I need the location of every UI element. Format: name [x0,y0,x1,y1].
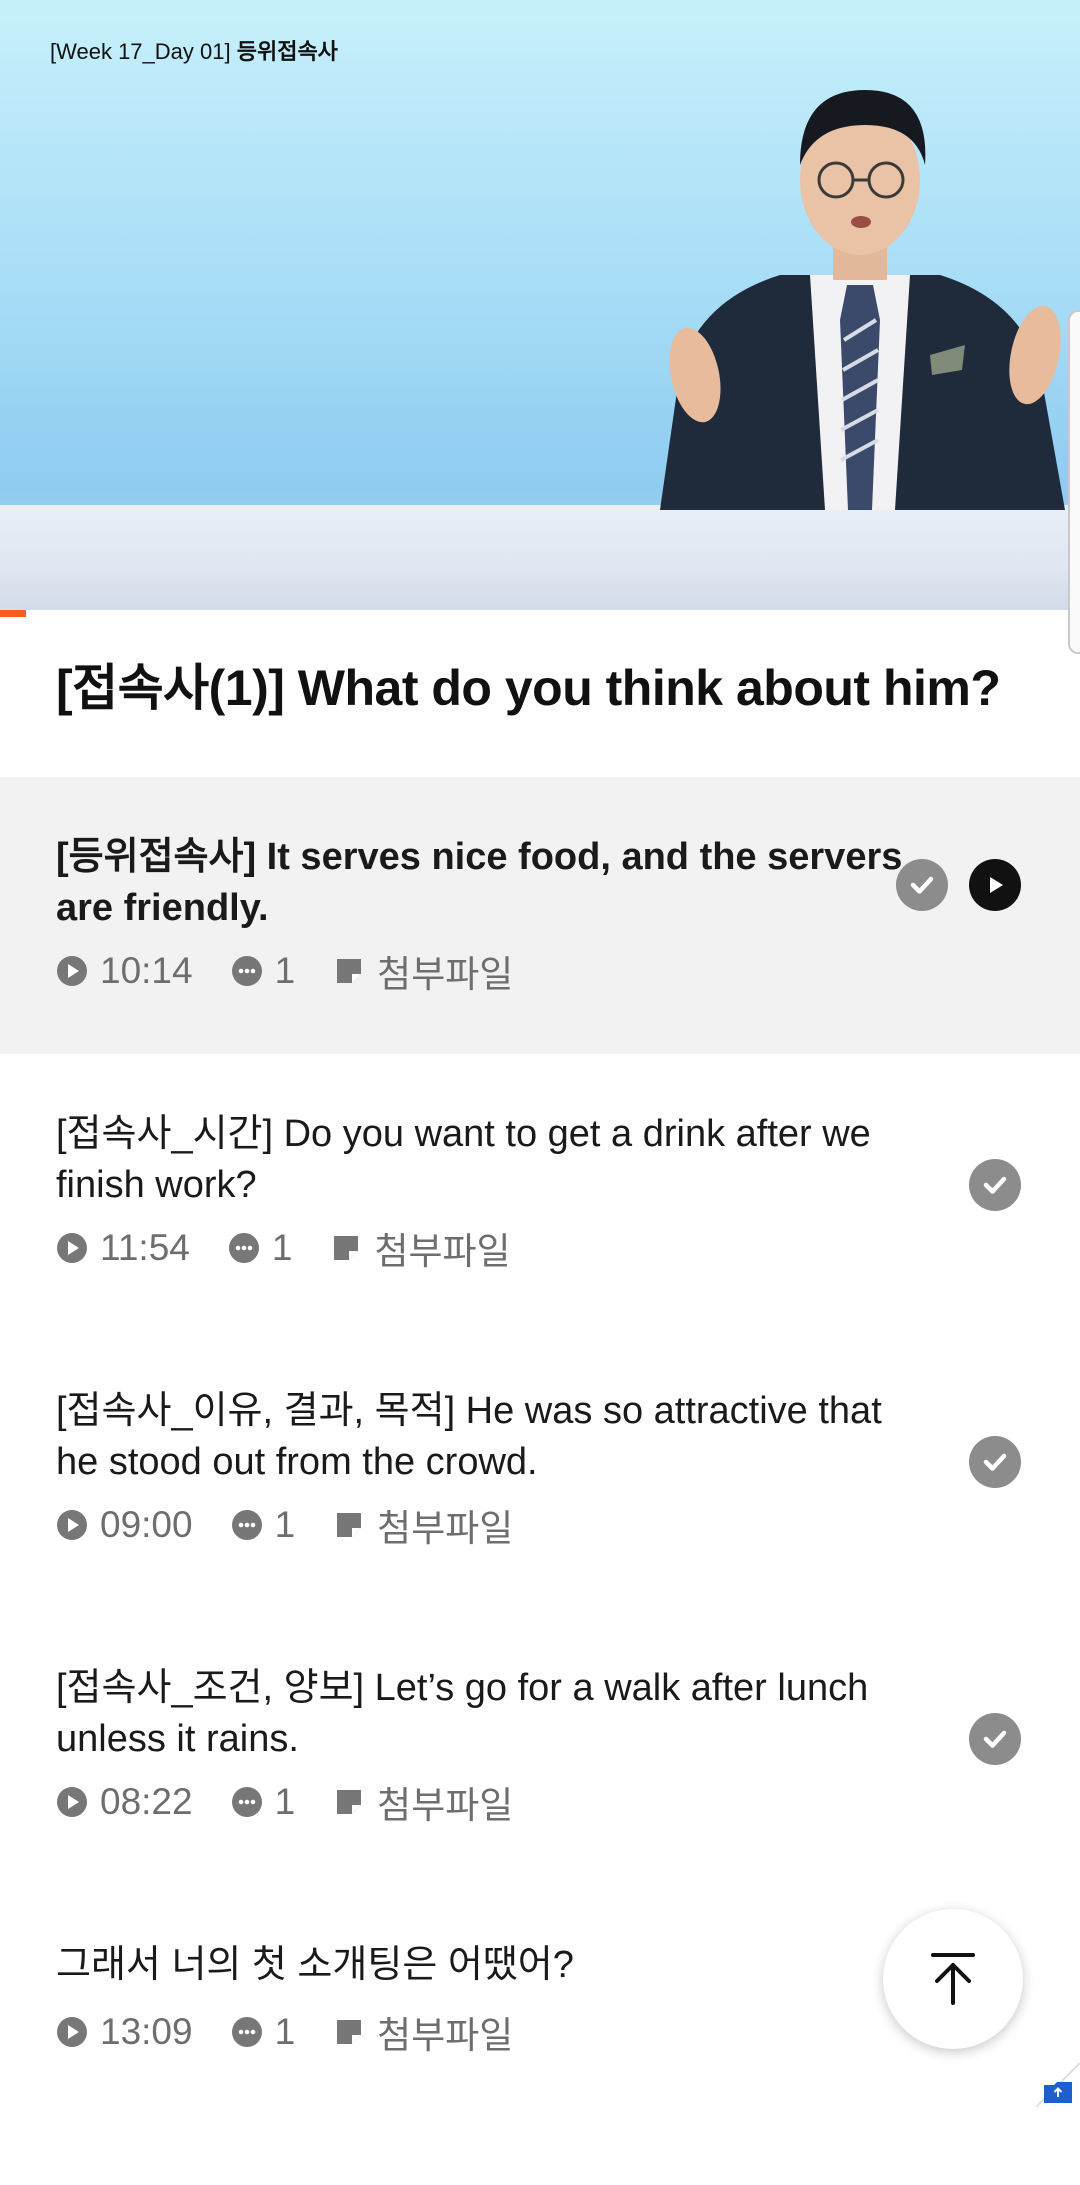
lecture-meta: 11:54 1 첨부파일 [56,1227,549,1272]
note-icon [337,1790,362,1814]
completed-check [969,1713,1021,1765]
lecture-title: [등위접속사] It serves nice food, and the ser… [56,836,903,929]
play-icon [990,877,1003,893]
lecture-title: 그래서 너의 첫 소개팅은 어땠어? [56,1944,574,1986]
play-circle-icon [57,1233,87,1263]
video-label-week: [Week 17_Day 01] [50,39,231,64]
comment-icon [231,1510,262,1540]
lecture-meta: 09:00 1 첨부파일 [56,1504,551,1549]
check-icon [983,1730,1007,1748]
comments[interactable]: 1 [231,1504,296,1546]
attachment[interactable]: 첨부파일 [333,1775,513,1829]
play-circle-icon [57,1510,87,1540]
lecture-meta: 08:22 1 첨부파일 [56,1781,551,1826]
check-icon [910,876,934,894]
comment-icon [231,956,262,986]
duration: 10:14 [56,950,193,992]
comments[interactable]: 1 [231,950,296,992]
note-icon [337,1513,362,1537]
comment-count: 1 [274,950,296,991]
comment-count: 1 [274,1781,296,1822]
attachment[interactable]: 첨부파일 [333,944,513,998]
comment-icon [231,1787,262,1817]
play-circle-icon [57,2017,87,2047]
video-label-topic: 등위접속사 [236,39,338,64]
attachment-label: 첨부파일 [377,1508,514,1549]
duration: 08:22 [56,1781,193,1823]
lecture-meta: 13:09 1 첨부파일 [56,2011,551,2056]
lecture-item-3[interactable]: [접속사_이유, 결과, 목적] He was so attractive th… [0,1331,1080,1608]
video-progress-bar[interactable] [0,610,26,617]
comments[interactable]: 1 [231,1781,296,1823]
comment-count: 1 [274,1504,296,1545]
completed-check [969,1159,1021,1211]
video-label: [Week 17_Day 01] 등위접속사 [50,34,338,66]
comment-icon [228,1233,259,1263]
check-icon [983,1453,1007,1471]
play-circle-icon [57,1787,87,1817]
note-icon [334,1236,359,1260]
attachment[interactable]: 첨부파일 [333,1498,513,1552]
note-icon [337,959,362,983]
lecture-title: [접속사_조건, 양보] Let’s go for a walk after l… [56,1667,869,1760]
duration-text: 10:14 [100,950,193,991]
arrow-up-icon [931,1953,975,2005]
lesson-title: [접속사(1)] What do you think about him? [56,660,1001,716]
attachment[interactable]: 첨부파일 [333,2005,513,2059]
completed-check [896,859,948,911]
lecture-title: [접속사_시간] Do you want to get a drink afte… [56,1113,871,1206]
note-icon [337,2020,362,2044]
comment-count: 1 [271,1227,293,1268]
duration: 09:00 [56,1504,193,1546]
lecture-item-2[interactable]: [접속사_시간] Do you want to get a drink afte… [0,1054,1080,1331]
corner-badge-icon[interactable] [1036,2063,1080,2107]
scroll-top-button[interactable] [883,1909,1023,2049]
attachment-label: 첨부파일 [377,1785,514,1826]
duration-text: 09:00 [100,1504,193,1545]
attachment-label: 첨부파일 [374,1231,511,1272]
lecture-meta: 10:14 1 첨부파일 [56,950,551,995]
duration-text: 11:54 [100,1227,190,1268]
comment-icon [231,2017,262,2047]
comments[interactable]: 1 [228,1227,293,1269]
comment-count: 1 [274,2011,296,2052]
video-player[interactable]: [Week 17_Day 01] 등위접속사 [0,0,1080,610]
side-panel-handle[interactable] [1068,310,1080,654]
video-desk [0,505,1080,610]
duration-text: 08:22 [100,1781,193,1822]
comments[interactable]: 1 [231,2011,296,2053]
duration: 13:09 [56,2011,193,2053]
completed-check [969,1436,1021,1488]
play-circle-icon [57,956,87,986]
attachment-label: 첨부파일 [377,2015,514,2056]
attachment[interactable]: 첨부파일 [330,1221,511,1275]
duration-text: 13:09 [100,2011,193,2052]
lecture-item-1[interactable]: [등위접속사] It serves nice food, and the ser… [0,777,1080,1054]
presenter-image [660,90,1065,510]
play-button[interactable] [969,859,1021,911]
lecture-title: [접속사_이유, 결과, 목적] He was so attractive th… [56,1390,882,1483]
attachment-label: 첨부파일 [377,954,514,995]
lecture-item-4[interactable]: [접속사_조건, 양보] Let’s go for a walk after l… [0,1608,1080,1885]
check-icon [983,1176,1007,1194]
duration: 11:54 [56,1227,190,1269]
